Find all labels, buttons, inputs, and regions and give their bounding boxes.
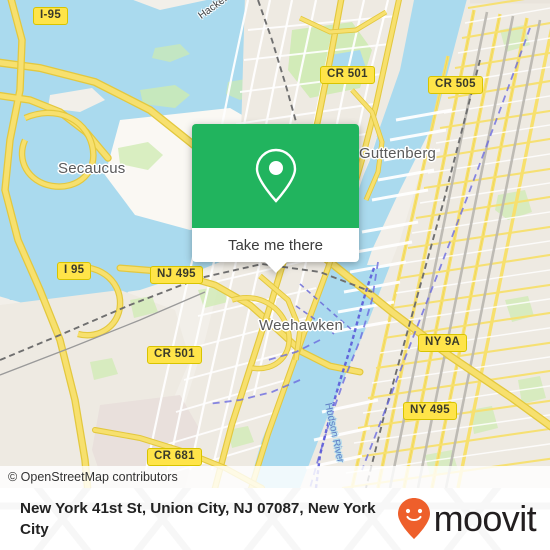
map-attribution: © OpenStreetMap contributors [0,466,550,488]
moovit-logo[interactable]: moovit [397,497,537,541]
popup-header [192,124,359,228]
footer-bar: New York 41st St, Union City, NJ 07087, … [0,488,550,550]
shield-i-95-north[interactable]: I-95 [33,7,69,25]
shield-ny-495[interactable]: NY 495 [403,402,457,420]
moovit-map-screenshot: Secaucus Guttenberg Weehawken Hackensack… [0,0,550,550]
shield-nj-495[interactable]: NJ 495 [150,266,203,284]
shield-cr-681[interactable]: CR 681 [147,448,202,466]
attribution-text: © OpenStreetMap contributors [8,470,178,484]
moovit-smiley-pin-icon [397,498,430,539]
shield-i-95-south[interactable]: I 95 [57,262,92,280]
popup-pointer [264,262,287,273]
map-canvas[interactable]: Secaucus Guttenberg Weehawken Hackensack… [0,0,550,488]
take-me-there-button[interactable]: Take me there [192,228,359,262]
shield-cr-501-south[interactable]: CR 501 [147,346,202,364]
shield-cr-501-north[interactable]: CR 501 [320,66,375,84]
map-pin-icon [255,148,296,203]
take-me-there-label: Take me there [227,236,324,254]
location-popup[interactable]: Take me there [192,124,359,273]
moovit-wordmark: moovit [433,498,537,539]
address-text: New York 41st St, Union City, NJ 07087, … [20,500,376,538]
shield-ny-9a[interactable]: NY 9A [418,334,468,352]
shield-cr-505[interactable]: CR 505 [428,76,483,94]
